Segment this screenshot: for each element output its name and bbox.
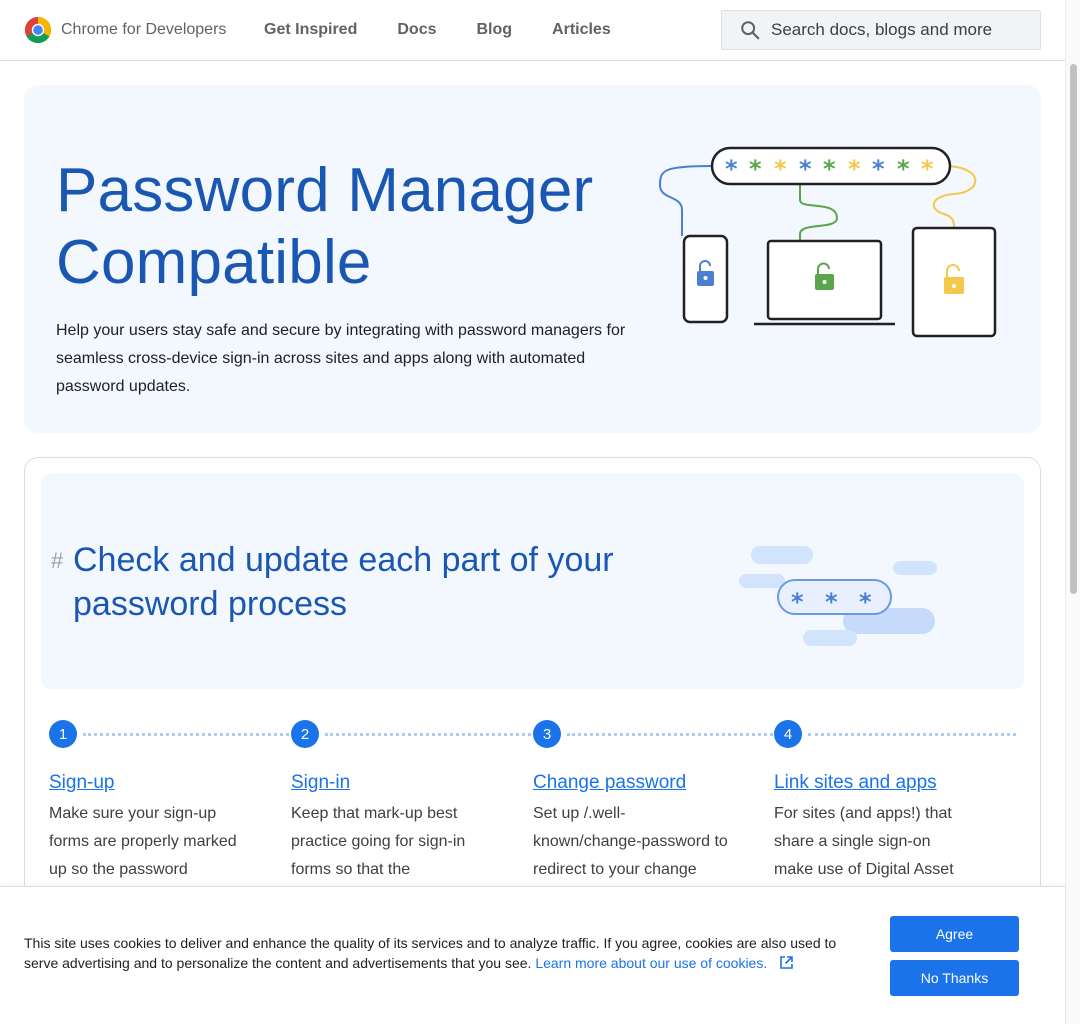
step-link-sites: 4 Link sites and apps For sites (and app… — [774, 720, 1016, 884]
external-link-icon[interactable] — [779, 955, 794, 970]
svg-text:*: * — [848, 155, 861, 183]
nav-docs[interactable]: Docs — [397, 21, 436, 39]
step-change-password: 3 Change password Set up /.well-known/ch… — [533, 720, 773, 884]
step-description: Set up /.well-known/change-password to r… — [533, 805, 728, 878]
svg-text:*: * — [921, 155, 934, 183]
step-change-password-link[interactable]: Change password — [533, 772, 753, 794]
svg-text:*: * — [823, 155, 836, 183]
search-input[interactable] — [771, 20, 1031, 40]
step-connector — [325, 733, 531, 736]
hero-description: Help your users stay safe and secure by … — [56, 322, 626, 395]
step-connector — [83, 733, 289, 736]
svg-text:*: * — [799, 155, 812, 183]
step-connector — [808, 733, 1016, 736]
step-number: 2 — [291, 720, 319, 748]
svg-text:*: * — [897, 155, 910, 183]
step-sign-up: 1 Sign-up Make sure your sign-up forms a… — [49, 720, 289, 884]
no-thanks-button[interactable]: No Thanks — [890, 960, 1019, 996]
step-sign-in-link[interactable]: Sign-in — [291, 772, 511, 794]
step-number: 4 — [774, 720, 802, 748]
svg-text:*: * — [872, 155, 885, 183]
svg-text:*: * — [749, 155, 762, 183]
agree-button[interactable]: Agree — [890, 916, 1019, 952]
step-description: Keep that mark-up best practice going fo… — [291, 805, 466, 878]
cookie-learn-more-link[interactable]: Learn more about our use of cookies. — [535, 955, 767, 971]
step-number: 1 — [49, 720, 77, 748]
brand-name: Chrome for Developers — [61, 21, 227, 38]
cookie-banner: This site uses cookies to deliver and en… — [0, 886, 1065, 1024]
svg-text:*: * — [774, 155, 787, 183]
anchor-link-icon[interactable]: # — [51, 548, 63, 574]
svg-text:*: * — [725, 155, 738, 183]
nav-blog[interactable]: Blog — [476, 21, 512, 39]
nav-get-inspired[interactable]: Get Inspired — [264, 21, 357, 39]
step-description: Make sure your sign-up forms are properl… — [49, 805, 237, 878]
brand-logo-link[interactable]: Chrome for Developers — [24, 16, 226, 44]
password-field-illustration: * * * — [739, 546, 937, 646]
page-scrollbar[interactable] — [1065, 0, 1080, 1024]
top-bar: Chrome for Developers Get Inspired Docs … — [0, 0, 1065, 61]
search-box[interactable] — [721, 10, 1041, 50]
section-banner: # Check and update each part of your pas… — [41, 474, 1024, 689]
step-number: 3 — [533, 720, 561, 748]
step-description: For sites (and apps!) that share a singl… — [774, 805, 954, 878]
step-link-sites-link[interactable]: Link sites and apps — [774, 772, 994, 794]
scrollbar-thumb[interactable] — [1070, 64, 1077, 594]
svg-text:*: * — [791, 588, 804, 616]
step-sign-up-link[interactable]: Sign-up — [49, 772, 269, 794]
nav-articles[interactable]: Articles — [552, 21, 611, 39]
search-icon — [741, 21, 760, 40]
cookie-text: This site uses cookies to deliver and en… — [24, 933, 874, 973]
password-devices-illustration: * * * * * * * * * — [658, 146, 997, 338]
chrome-logo-icon — [24, 16, 52, 44]
section-title: Check and update each part of your passw… — [73, 541, 614, 623]
svg-text:*: * — [859, 588, 872, 616]
hero-section: Password Manager Compatible Help your us… — [24, 85, 1041, 433]
step-sign-in: 2 Sign-in Keep that mark-up best practic… — [291, 720, 531, 884]
main-nav: Get Inspired Docs Blog Articles — [264, 21, 651, 39]
svg-text:*: * — [825, 588, 838, 616]
page-title: Password Manager Compatible — [56, 156, 594, 297]
step-connector — [567, 733, 773, 736]
